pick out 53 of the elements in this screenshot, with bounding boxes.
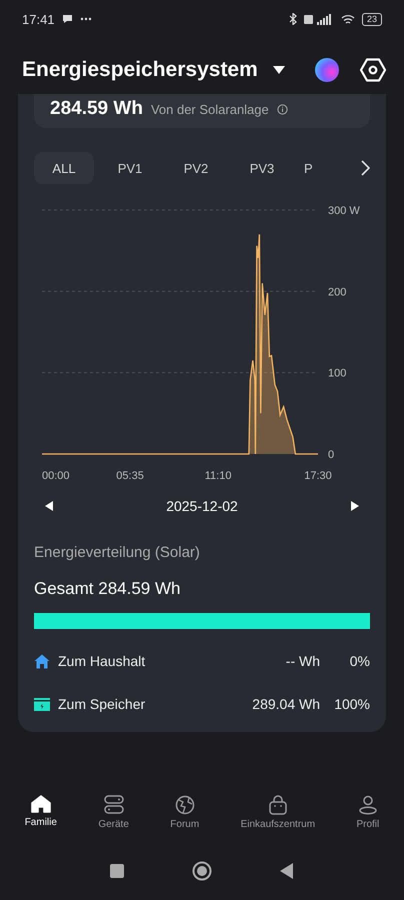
status-time: 17:41 bbox=[22, 12, 55, 26]
pv-tab[interactable]: PV1 bbox=[100, 152, 160, 184]
flow-percent: 100% bbox=[334, 696, 370, 712]
total-energy: Gesamt 284.59 Wh bbox=[34, 579, 182, 599]
nav-tab[interactable]: Geräte bbox=[98, 795, 129, 830]
battery-level: 23 bbox=[362, 12, 382, 26]
x-axis-label: 11:10 bbox=[204, 470, 232, 482]
previous-day-icon[interactable] bbox=[44, 500, 54, 512]
nav-tab[interactable]: Forum bbox=[170, 795, 200, 830]
y-axis-label: 300 W bbox=[328, 205, 360, 217]
y-axis-label: 100 bbox=[328, 368, 346, 380]
pv-tab[interactable]: PV2 bbox=[166, 152, 226, 184]
nav-tab[interactable]: Familie bbox=[24, 795, 57, 830]
energy-total: 284.59 Wh bbox=[50, 98, 143, 120]
dropdown-caret-icon[interactable] bbox=[272, 65, 286, 75]
pv-tab[interactable]: ALL bbox=[34, 152, 94, 184]
nav-tab[interactable]: Profil bbox=[356, 795, 380, 830]
date-label[interactable]: 2025-12-02 bbox=[166, 498, 238, 514]
more-icon bbox=[80, 17, 92, 21]
flow-amount: -- Wh bbox=[286, 653, 320, 669]
flow-label: Zum Haushalt bbox=[58, 653, 146, 669]
nav-tab[interactable]: Einkaufszentrum bbox=[240, 795, 316, 830]
next-day-icon[interactable] bbox=[350, 500, 360, 512]
globe-icon bbox=[174, 795, 195, 815]
shopping-bag-icon bbox=[268, 795, 288, 815]
flow-label: Zum Speicher bbox=[58, 696, 146, 712]
x-axis-label: 17:30 bbox=[304, 470, 332, 482]
assistant-orb-icon[interactable] bbox=[314, 57, 340, 83]
back-icon[interactable] bbox=[280, 863, 294, 879]
pv-tab[interactable]: PV3 bbox=[232, 152, 292, 184]
devices-icon bbox=[104, 795, 124, 815]
battery-box-icon bbox=[34, 698, 50, 710]
home-icon bbox=[30, 795, 51, 813]
info-icon[interactable] bbox=[276, 104, 288, 114]
page-title[interactable]: Energiespeichersystem bbox=[22, 58, 258, 82]
wifi-icon bbox=[340, 14, 355, 24]
chat-icon bbox=[62, 14, 73, 24]
bluetooth-icon bbox=[288, 13, 297, 25]
source-label: Von der Solaranlage bbox=[150, 102, 269, 116]
flow-amount: 289.04 Wh bbox=[252, 696, 320, 712]
x-axis-label: 00:00 bbox=[42, 470, 70, 482]
settings-icon[interactable] bbox=[360, 58, 386, 82]
x-axis-label: 05:35 bbox=[116, 470, 144, 482]
flow-percent: 0% bbox=[348, 653, 370, 669]
house-icon bbox=[34, 654, 50, 668]
home-button-icon[interactable] bbox=[192, 861, 212, 881]
y-axis-label: 0 bbox=[328, 449, 334, 461]
pv-tab[interactable]: P bbox=[298, 152, 326, 184]
section-title: Energieverteilung (Solar) bbox=[34, 544, 201, 561]
chevron-right-icon[interactable] bbox=[360, 160, 370, 176]
person-icon bbox=[358, 795, 378, 815]
y-axis-label: 200 bbox=[328, 286, 346, 298]
signal-icon bbox=[304, 14, 334, 24]
